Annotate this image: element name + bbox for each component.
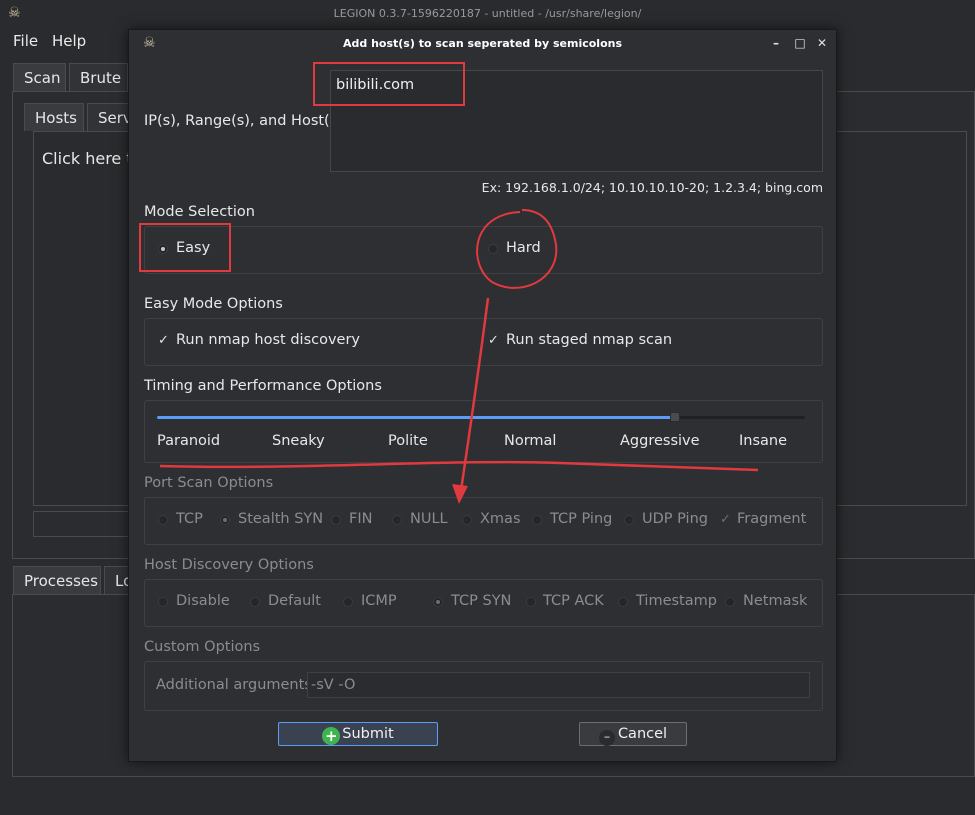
annotation-timing-underline: [159, 460, 759, 472]
annotation-arrow-line: [458, 297, 490, 498]
annotation-overlay: [159, 209, 759, 504]
annotation-arrow-head: [452, 484, 468, 504]
annotation-hard-circle: [476, 209, 558, 289]
